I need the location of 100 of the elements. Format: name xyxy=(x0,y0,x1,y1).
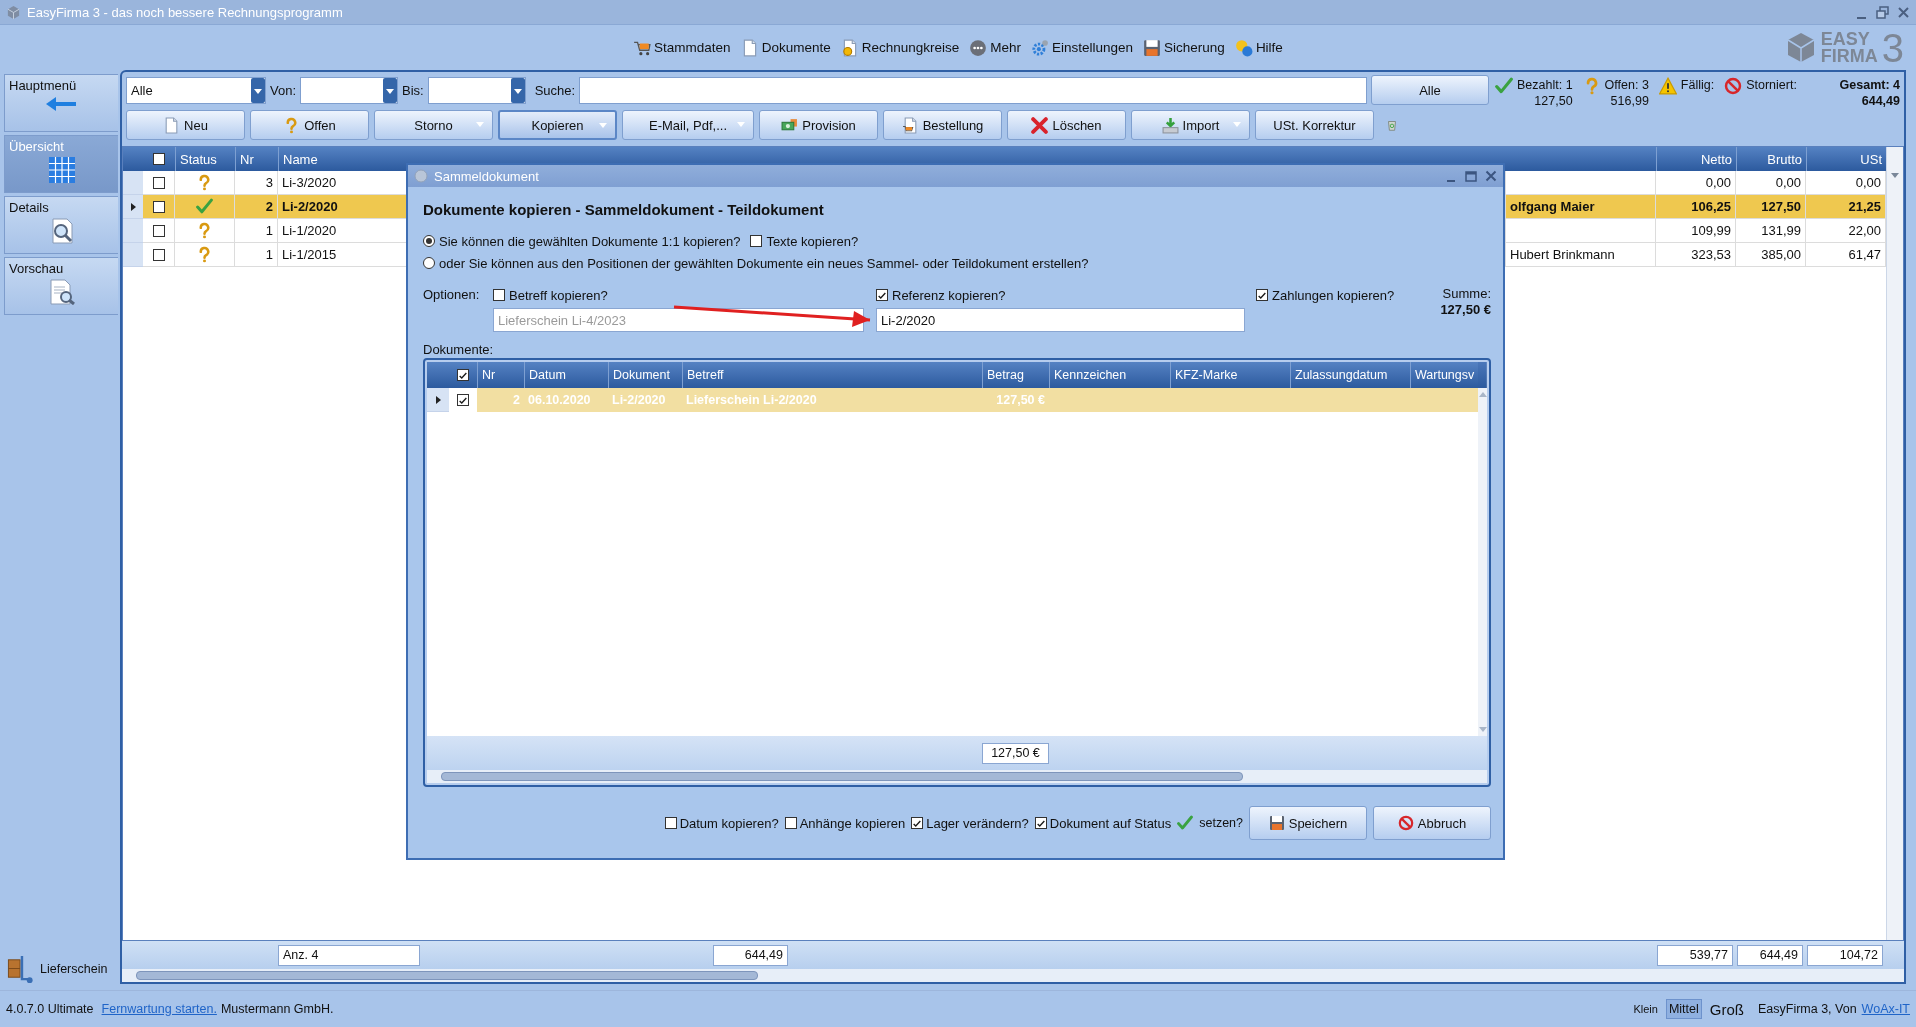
toolbar-button[interactable]: Löschen xyxy=(1007,110,1126,140)
checkbox[interactable] xyxy=(152,248,165,261)
scroll-up-icon xyxy=(1478,392,1487,397)
checkbox[interactable] xyxy=(876,289,888,301)
table-cell: 106,25 xyxy=(1656,195,1736,219)
close-icon[interactable] xyxy=(1897,5,1910,19)
restore-icon[interactable] xyxy=(1876,5,1889,19)
row-indicator-icon xyxy=(435,395,441,404)
summary-amount: 516,99 xyxy=(1610,93,1649,109)
sum-value: 127,50 € xyxy=(1440,302,1491,318)
menu-item[interactable]: Sicherung xyxy=(1143,38,1225,57)
checkbox[interactable] xyxy=(152,224,165,237)
size-option[interactable]: Groß xyxy=(1706,997,1747,1021)
search-field[interactable] xyxy=(579,76,1367,104)
question-mark-icon xyxy=(196,246,213,263)
menu-item[interactable]: Mehr xyxy=(969,38,1021,57)
hand-truck-icon xyxy=(6,954,36,984)
scrollbar[interactable] xyxy=(1478,362,1487,736)
horizontal-scrollbar[interactable] xyxy=(122,969,1904,982)
checkbox-label: Lager verändern? xyxy=(926,815,1029,831)
table-cell: 0,00 xyxy=(1736,171,1806,195)
help-icon xyxy=(1234,38,1253,57)
table-cell: olfgang Maier xyxy=(1506,195,1656,219)
toolbar-button[interactable]: Neu xyxy=(126,110,245,140)
checkbox[interactable] xyxy=(784,817,797,829)
radio-button[interactable] xyxy=(423,235,435,247)
summary-label: Bezahlt: 1 xyxy=(1517,77,1573,93)
table-cell: 131,99 xyxy=(1736,219,1806,243)
toolbar-button[interactable]: E-Mail, Pdf,... xyxy=(622,110,754,140)
sidebar-tab[interactable]: Vorschau xyxy=(4,257,118,315)
sidebar-tab[interactable]: Details xyxy=(4,196,118,254)
forbidden-icon xyxy=(1397,815,1414,831)
close-icon[interactable] xyxy=(1485,170,1497,182)
cancel-button[interactable]: Abbruch xyxy=(1373,806,1491,840)
table-cell xyxy=(1410,388,1479,412)
document-coin-icon xyxy=(840,38,859,57)
checkbox[interactable] xyxy=(457,394,469,406)
checkbox-label: Datum kopieren? xyxy=(679,815,779,831)
size-option[interactable]: Klein xyxy=(1630,1000,1661,1018)
checkmark-icon xyxy=(1495,77,1513,95)
back-arrow-icon xyxy=(45,96,78,112)
size-option[interactable]: Mittel xyxy=(1665,999,1702,1019)
forbidden-icon xyxy=(1724,77,1743,95)
toolbar-button[interactable]: Bestellung xyxy=(883,110,1002,140)
logo-mark: 3 xyxy=(1881,27,1904,68)
toolbar-button[interactable]: Storno xyxy=(374,110,493,140)
row-header[interactable] xyxy=(123,195,143,219)
table-cell: Hubert Brinkmann xyxy=(1506,243,1656,267)
dialog-icon xyxy=(414,169,428,183)
table-cell: 0,00 xyxy=(1656,171,1736,195)
checkbox[interactable] xyxy=(750,235,763,247)
dropdown-field[interactable] xyxy=(300,76,399,104)
checkbox[interactable] xyxy=(457,369,469,381)
table-cell: 2 xyxy=(235,195,278,219)
document-cart-icon xyxy=(901,116,919,134)
scrollbar[interactable] xyxy=(1886,147,1903,940)
save-button[interactable]: Speichern xyxy=(1249,806,1367,840)
warning-icon xyxy=(1658,77,1677,95)
toolbar-button[interactable]: USt. Korrektur xyxy=(1255,110,1374,140)
checkbox[interactable] xyxy=(152,200,165,213)
table-cell: 22,00 xyxy=(1806,219,1886,243)
radio-button[interactable] xyxy=(423,257,435,269)
checkbox[interactable] xyxy=(153,153,165,165)
row-header[interactable] xyxy=(427,388,449,412)
filter-button[interactable]: Alle xyxy=(1371,75,1489,105)
menu-item[interactable]: Stammdaten xyxy=(633,38,731,57)
grid-icon xyxy=(48,157,75,183)
options-label: Optionen: xyxy=(423,286,481,304)
field-label: Suche: xyxy=(534,82,576,98)
table-cell: 3 xyxy=(235,171,278,195)
window-title: EasyFirma 3 - das noch bessere Rechnungsprogramm xyxy=(27,4,343,20)
checkbox[interactable] xyxy=(911,817,924,829)
toolbar-button[interactable]: Offen xyxy=(250,110,369,140)
toolbar-button[interactable]: Import xyxy=(1131,110,1250,140)
checkbox[interactable] xyxy=(664,817,677,829)
field-label: Bis: xyxy=(402,82,424,98)
menu-item[interactable]: Rechnungkreise xyxy=(840,38,960,57)
more-icon xyxy=(969,38,988,57)
checkbox-label: Betreff kopieren? xyxy=(509,287,608,303)
dropdown-field[interactable]: Alle xyxy=(126,76,266,104)
horizontal-scrollbar[interactable] xyxy=(427,770,1487,783)
checkbox[interactable] xyxy=(1034,817,1047,829)
dialog-heading: Dokumente kopieren - Sammeldokument - Teildokument xyxy=(423,200,825,220)
delete-icon xyxy=(1031,116,1049,134)
checkbox[interactable] xyxy=(152,176,165,189)
checkbox[interactable] xyxy=(1256,289,1268,301)
maximize-icon[interactable] xyxy=(1465,170,1477,182)
menu-item[interactable]: Dokumente xyxy=(740,38,831,57)
import-icon xyxy=(1161,116,1179,134)
total-field: 644,49 xyxy=(713,944,788,966)
menu-item[interactable]: Hilfe xyxy=(1234,38,1283,57)
menu-item[interactable]: Einstellungen xyxy=(1031,38,1134,57)
text-field[interactable]: Li-2/2020 xyxy=(876,308,1245,332)
dropdown-field[interactable] xyxy=(427,76,526,104)
summary-label: Gesamt: 4 xyxy=(1839,77,1900,93)
toolbar-button[interactable]: Provision xyxy=(759,110,878,140)
toolbar-button[interactable]: Kopieren xyxy=(498,110,617,140)
section-label: Dokumente: xyxy=(423,340,495,358)
total-field: Anz. 4 xyxy=(278,944,420,966)
sidebar-tab[interactable]: Hauptmenü xyxy=(4,74,118,132)
